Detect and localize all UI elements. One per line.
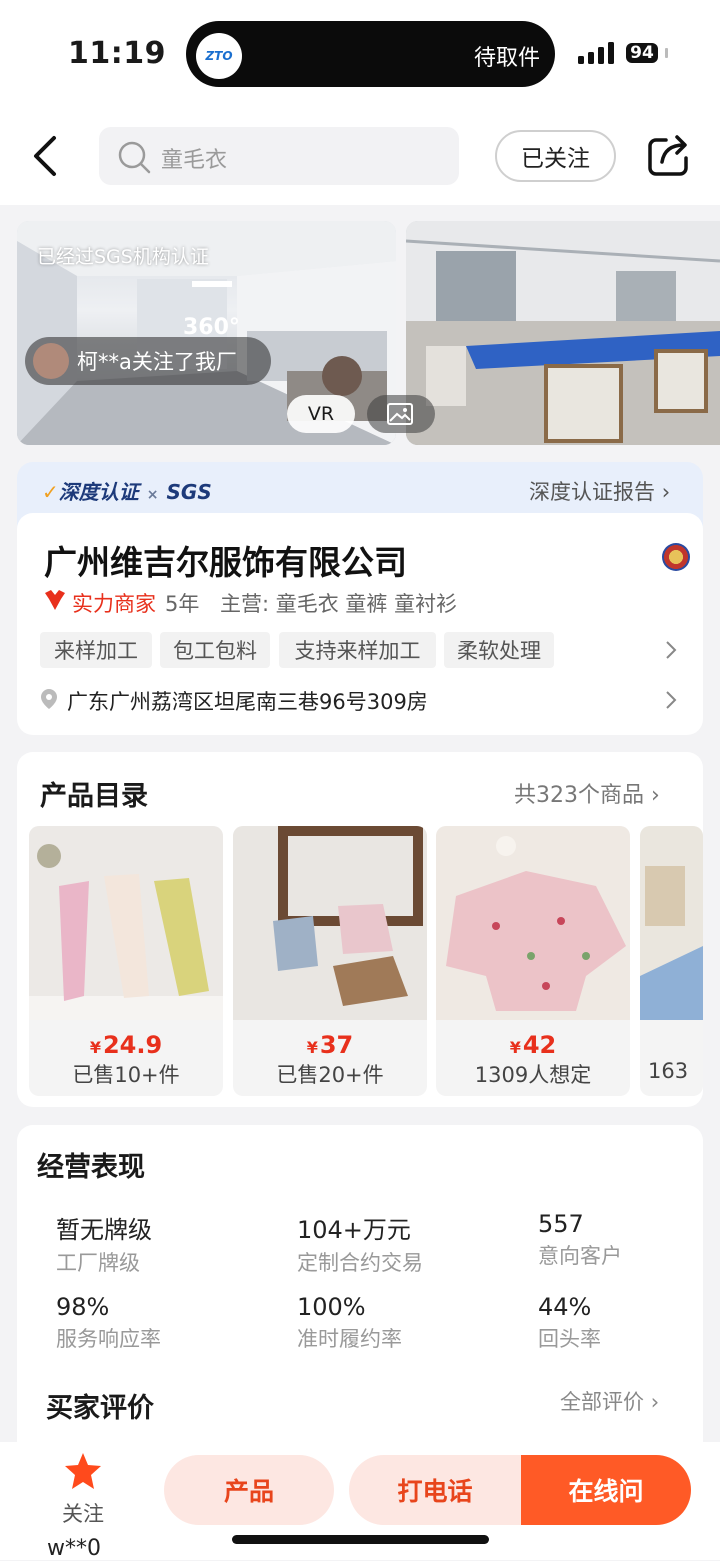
chevron-right-icon[interactable] (664, 639, 678, 661)
follow-notice-bubble: 柯**a关注了我厂 (25, 337, 271, 385)
product-sold: 已售20+件 (276, 1063, 384, 1087)
search-icon (118, 141, 151, 174)
reviews-title: 买家评价 (46, 1393, 154, 1424)
product-price-value: 37 (319, 1031, 354, 1059)
catalog-count-link[interactable]: 共323个商品 › (514, 777, 660, 809)
product-price-value: 24.9 (102, 1031, 163, 1059)
stat-label: 意向客户 (538, 1244, 622, 1268)
product-sold: 已售10+件 (72, 1063, 180, 1087)
battery-icon: 94 (621, 40, 663, 66)
stat-value: 98% (56, 1293, 110, 1321)
location-pin-icon (41, 689, 57, 709)
product-sold: 163 (648, 1059, 689, 1083)
search-placeholder[interactable]: 童毛衣 (161, 142, 227, 174)
stat-value: 44% (538, 1293, 592, 1321)
zto-logo-text: ZTO (205, 49, 233, 63)
sgs-logo: SGS (166, 480, 212, 504)
signal-icon (578, 42, 614, 64)
stat-repeat-rate: 44% 回头率 (538, 1293, 698, 1353)
certification-brand: 深度认证 (58, 480, 139, 504)
all-reviews-label: 全部评价 (560, 1390, 644, 1414)
company-years: 5年 (165, 592, 200, 616)
currency-symbol: ¥ (89, 1038, 101, 1057)
stat-label: 回头率 (538, 1327, 601, 1351)
stat-value: 557 (538, 1210, 584, 1238)
product-image (436, 826, 630, 1020)
government-badge-icon (662, 543, 690, 571)
factory-workshop-photo[interactable] (406, 221, 720, 445)
stat-value: 100% (297, 1293, 366, 1321)
product-card[interactable]: ¥42 1309人想定 (436, 826, 630, 1096)
catalog-count-label: 共323个商品 (514, 783, 644, 808)
workshop-image (406, 221, 720, 445)
stat-contract-trade: 104+万元 定制合约交易 (297, 1210, 497, 1277)
stat-value: 暂无牌级 (56, 1216, 152, 1244)
online-chat-button[interactable]: 在线问 (521, 1455, 691, 1525)
sgs-certified-label: 已经过SGS机构认证 (37, 246, 209, 268)
product-card[interactable]: ¥37 已售20+件 (233, 826, 427, 1096)
follow-notice-text: 柯**a关注了我厂 (77, 350, 237, 374)
product-card[interactable]: 163 (640, 826, 703, 1096)
chevron-right-icon: › (651, 783, 660, 808)
product-image (640, 826, 703, 1020)
call-button[interactable]: 打电话 (349, 1455, 521, 1525)
main-business: 主营: 童毛衣 童裤 童衬衫 (220, 592, 458, 616)
company-name: 广州维吉尔服饰有限公司 (44, 543, 407, 582)
stat-label: 服务响应率 (56, 1327, 161, 1351)
stat-label: 准时履约率 (297, 1327, 402, 1351)
product-image (29, 826, 223, 1020)
image-icon (387, 403, 413, 425)
product-price: ¥24.9 (29, 1031, 223, 1059)
search-bar[interactable] (99, 127, 459, 185)
service-tag[interactable]: 支持来样加工 (279, 632, 436, 668)
product-image (233, 826, 427, 1020)
currency-symbol: ¥ (306, 1038, 318, 1057)
follow-button[interactable]: 已关注 (495, 130, 616, 182)
product-price-value: 42 (522, 1031, 557, 1059)
certification-logo: ✓深度认证 × SGS (42, 476, 212, 505)
stat-label: 工厂牌级 (56, 1251, 140, 1275)
merchant-badge-icon (45, 590, 65, 610)
all-reviews-link[interactable]: 全部评价 › (560, 1386, 659, 1416)
avatar (33, 343, 69, 379)
stat-value: 104+万元 (297, 1216, 411, 1244)
product-card[interactable]: ¥24.9 已售10+件 (29, 826, 223, 1096)
reviewer-name: w**0 (47, 1536, 101, 1561)
stat-label: 定制合约交易 (297, 1251, 423, 1275)
chevron-right-icon: › (661, 480, 671, 504)
star-icon[interactable] (63, 1452, 103, 1490)
vr-button[interactable]: VR (287, 395, 355, 433)
service-tag[interactable]: 包工包料 (160, 632, 270, 668)
certification-report-link[interactable]: 深度认证报告 › (529, 476, 670, 506)
home-indicator[interactable] (232, 1535, 489, 1544)
battery-tip (665, 48, 668, 58)
chevron-right-icon[interactable] (664, 689, 678, 711)
live-activity-text: 待取件 (474, 46, 541, 71)
follow-label[interactable]: 关注 (62, 1498, 104, 1528)
back-arrow-icon[interactable] (28, 134, 62, 178)
battery-level: 94 (626, 43, 658, 63)
product-sold: 1309人想定 (474, 1063, 592, 1087)
certification-report-label: 深度认证报告 (529, 480, 655, 504)
currency-symbol: ¥ (509, 1038, 521, 1057)
zto-app-icon: ZTO (196, 33, 242, 79)
service-tag[interactable]: 柔软处理 (444, 632, 554, 668)
company-address[interactable]: 广东广州荔湾区坦尾南三巷96号309房 (67, 686, 428, 716)
stat-factory-level: 暂无牌级 工厂牌级 (56, 1210, 256, 1277)
catalog-title: 产品目录 (40, 781, 148, 812)
stat-response-rate: 98% 服务响应率 (56, 1293, 256, 1353)
products-button[interactable]: 产品 (164, 1455, 334, 1525)
service-tag[interactable]: 来样加工 (40, 632, 152, 668)
merchant-tag: 实力商家 (72, 592, 156, 616)
performance-title: 经营表现 (37, 1152, 145, 1183)
product-price: ¥42 (436, 1031, 630, 1059)
certification-separator: × (146, 487, 159, 503)
product-price: ¥37 (233, 1031, 427, 1059)
status-time: 11:19 (68, 36, 166, 71)
share-icon[interactable] (646, 132, 692, 178)
check-icon: ✓ (42, 480, 59, 504)
stat-ontime-rate: 100% 准时履约率 (297, 1293, 497, 1353)
chevron-right-icon: › (650, 1390, 660, 1414)
stat-intent-customers: 557 意向客户 (538, 1210, 698, 1270)
